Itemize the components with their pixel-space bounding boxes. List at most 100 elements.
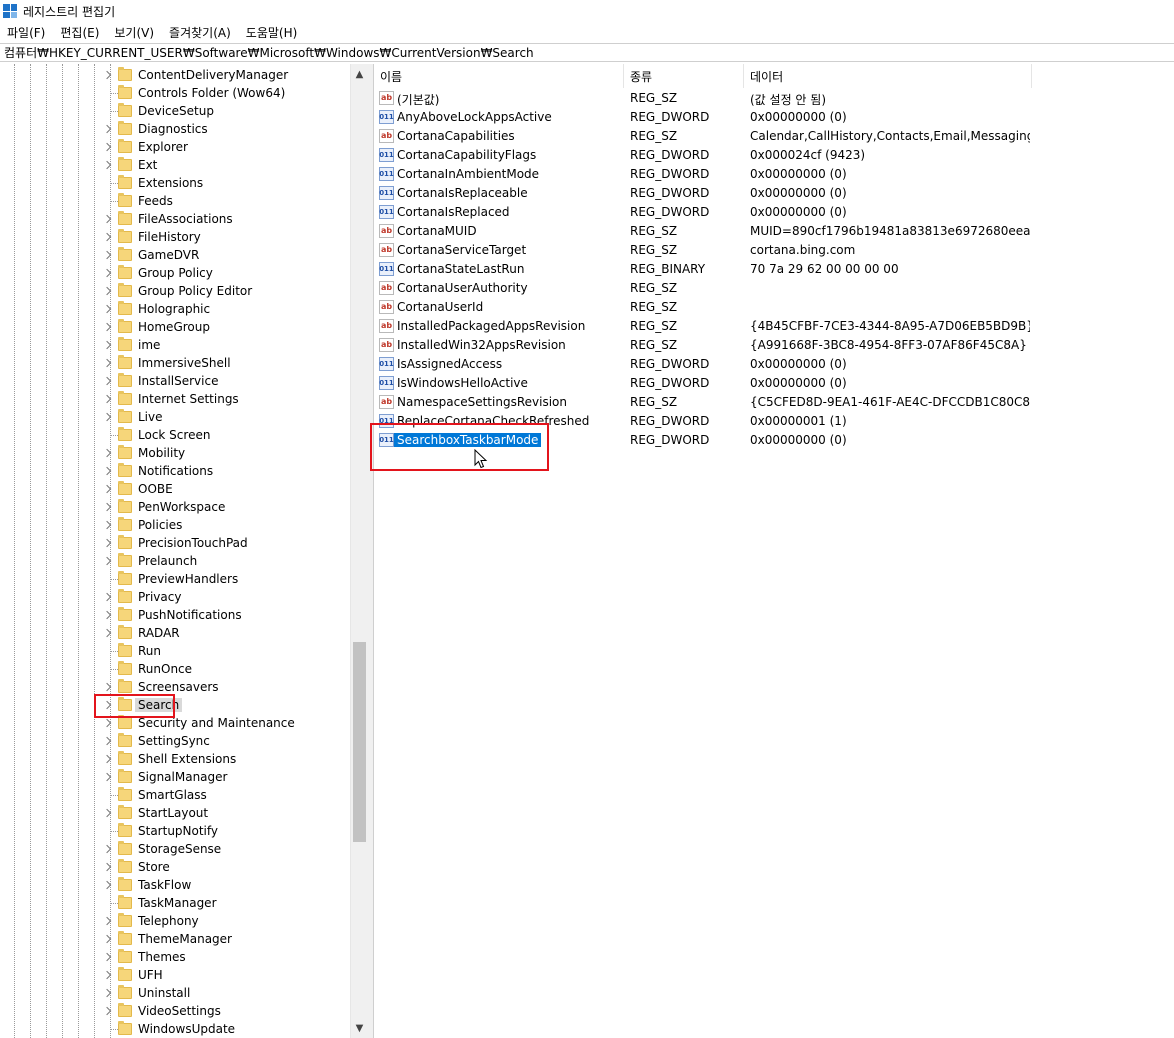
expand-chevron-icon[interactable]: [102, 120, 113, 138]
expand-chevron-icon[interactable]: [102, 408, 113, 426]
expand-chevron-icon[interactable]: [102, 966, 113, 984]
expand-chevron-icon[interactable]: [102, 606, 113, 624]
value-row[interactable]: 011 CortanaStateLastRun REG_BINARY 70 7a 29…: [374, 260, 1174, 279]
tree-item[interactable]: Run: [0, 642, 350, 660]
tree-item[interactable]: ContentDeliveryManager: [0, 66, 350, 84]
value-row[interactable]: ab CortanaServiceTarget REG_SZ cortana.bing…: [374, 241, 1174, 260]
tree-item[interactable]: Mobility: [0, 444, 350, 462]
tree-item[interactable]: Controls Folder (Wow64): [0, 84, 350, 102]
tree-item[interactable]: RADAR: [0, 624, 350, 642]
menu-help[interactable]: 도움말(H): [239, 24, 306, 41]
tree-item[interactable]: Ext: [0, 156, 350, 174]
tree-item[interactable]: FileHistory: [0, 228, 350, 246]
value-row[interactable]: ab NamespaceSettingsRevision REG_SZ {C5CFED…: [374, 393, 1174, 412]
expand-chevron-icon[interactable]: [102, 354, 113, 372]
tree-item[interactable]: Lock Screen: [0, 426, 350, 444]
value-row[interactable]: ab CortanaCapabilities REG_SZ Calendar,Call…: [374, 127, 1174, 146]
expand-chevron-icon[interactable]: [102, 264, 113, 282]
tree-item[interactable]: StorageSense: [0, 840, 350, 858]
expand-chevron-icon[interactable]: [102, 498, 113, 516]
tree-item[interactable]: FileAssociations: [0, 210, 350, 228]
tree-item[interactable]: ImmersiveShell: [0, 354, 350, 372]
value-row[interactable]: ab InstalledWin32AppsRevision REG_SZ {A9916…: [374, 336, 1174, 355]
value-row[interactable]: ab (기본값) REG_SZ (값 설정 안 됨): [374, 89, 1174, 108]
value-row[interactable]: 011 CortanaCapabilityFlags REG_DWORD 0x0000…: [374, 146, 1174, 165]
expand-chevron-icon[interactable]: [102, 552, 113, 570]
tree-item[interactable]: StartupNotify: [0, 822, 350, 840]
menu-file[interactable]: 파일(F): [0, 24, 53, 41]
expand-chevron-icon[interactable]: [102, 732, 113, 750]
column-name[interactable]: 이름: [374, 64, 624, 88]
expand-chevron-icon[interactable]: [102, 876, 113, 894]
tree-item[interactable]: Notifications: [0, 462, 350, 480]
tree-item[interactable]: Shell Extensions: [0, 750, 350, 768]
value-row[interactable]: ab InstalledPackagedAppsRevision REG_SZ {4B…: [374, 317, 1174, 336]
tree-item[interactable]: InstallService: [0, 372, 350, 390]
tree-item[interactable]: Group Policy: [0, 264, 350, 282]
expand-chevron-icon[interactable]: [102, 246, 113, 264]
expand-chevron-icon[interactable]: [102, 210, 113, 228]
expand-chevron-icon[interactable]: [102, 840, 113, 858]
tree-item[interactable]: Search: [0, 696, 350, 714]
value-row[interactable]: ab CortanaUserId REG_SZ: [374, 298, 1174, 317]
scroll-down-icon[interactable]: ▼: [351, 1020, 368, 1036]
scroll-thumb[interactable]: [353, 642, 366, 842]
tree-item[interactable]: ime: [0, 336, 350, 354]
tree-item[interactable]: WindowsUpdate: [0, 1020, 350, 1038]
expand-chevron-icon[interactable]: [102, 462, 113, 480]
expand-chevron-icon[interactable]: [102, 480, 113, 498]
tree-scrollbar[interactable]: ▲ ▼: [350, 64, 368, 1038]
tree-item[interactable]: Security and Maintenance: [0, 714, 350, 732]
expand-chevron-icon[interactable]: [102, 768, 113, 786]
tree-item[interactable]: Feeds: [0, 192, 350, 210]
tree-item[interactable]: Uninstall: [0, 984, 350, 1002]
tree-item[interactable]: HomeGroup: [0, 318, 350, 336]
scroll-up-icon[interactable]: ▲: [351, 66, 368, 82]
tree-item[interactable]: Prelaunch: [0, 552, 350, 570]
expand-chevron-icon[interactable]: [102, 138, 113, 156]
expand-chevron-icon[interactable]: [102, 912, 113, 930]
tree-item[interactable]: Policies: [0, 516, 350, 534]
tree-item[interactable]: StartLayout: [0, 804, 350, 822]
menu-edit[interactable]: 편집(E): [53, 24, 107, 41]
tree-item[interactable]: Extensions: [0, 174, 350, 192]
expand-chevron-icon[interactable]: [102, 516, 113, 534]
tree-item[interactable]: SmartGlass: [0, 786, 350, 804]
value-row[interactable]: ab CortanaMUID REG_SZ MUID=890cf1796b19481a…: [374, 222, 1174, 241]
tree-item[interactable]: Live: [0, 408, 350, 426]
address-bar[interactable]: 컴퓨터₩HKEY_CURRENT_USER₩Software₩Microsoft…: [0, 43, 1174, 62]
tree-item[interactable]: DeviceSetup: [0, 102, 350, 120]
tree-item[interactable]: Themes: [0, 948, 350, 966]
menu-view[interactable]: 보기(V): [107, 24, 162, 41]
expand-chevron-icon[interactable]: [102, 750, 113, 768]
menu-favorites[interactable]: 즐겨찾기(A): [162, 24, 239, 41]
value-row[interactable]: 011 CortanaIsReplaced REG_DWORD 0x00000000 …: [374, 203, 1174, 222]
tree-item[interactable]: Explorer: [0, 138, 350, 156]
tree-item[interactable]: Privacy: [0, 588, 350, 606]
tree-item[interactable]: Internet Settings: [0, 390, 350, 408]
tree-item[interactable]: Diagnostics: [0, 120, 350, 138]
tree-item[interactable]: RunOnce: [0, 660, 350, 678]
expand-chevron-icon[interactable]: [102, 300, 113, 318]
expand-chevron-icon[interactable]: [102, 372, 113, 390]
expand-chevron-icon[interactable]: [102, 156, 113, 174]
value-row[interactable]: 011 AnyAboveLockAppsActive REG_DWORD 0x0000…: [374, 108, 1174, 127]
tree-item[interactable]: PreviewHandlers: [0, 570, 350, 588]
expand-chevron-icon[interactable]: [102, 282, 113, 300]
expand-chevron-icon[interactable]: [102, 948, 113, 966]
value-row[interactable]: 011 IsAssignedAccess REG_DWORD 0x00000000 (…: [374, 355, 1174, 374]
expand-chevron-icon[interactable]: [102, 318, 113, 336]
expand-chevron-icon[interactable]: [102, 390, 113, 408]
column-data[interactable]: 데이터: [744, 64, 1032, 88]
column-type[interactable]: 종류: [624, 64, 744, 88]
tree-item[interactable]: Holographic: [0, 300, 350, 318]
tree-item[interactable]: Screensavers: [0, 678, 350, 696]
expand-chevron-icon[interactable]: [102, 588, 113, 606]
expand-chevron-icon[interactable]: [102, 66, 113, 84]
tree-item[interactable]: PushNotifications: [0, 606, 350, 624]
tree-item[interactable]: SignalManager: [0, 768, 350, 786]
tree-item[interactable]: UFH: [0, 966, 350, 984]
expand-chevron-icon[interactable]: [102, 858, 113, 876]
tree-item[interactable]: Group Policy Editor: [0, 282, 350, 300]
expand-chevron-icon[interactable]: [102, 930, 113, 948]
